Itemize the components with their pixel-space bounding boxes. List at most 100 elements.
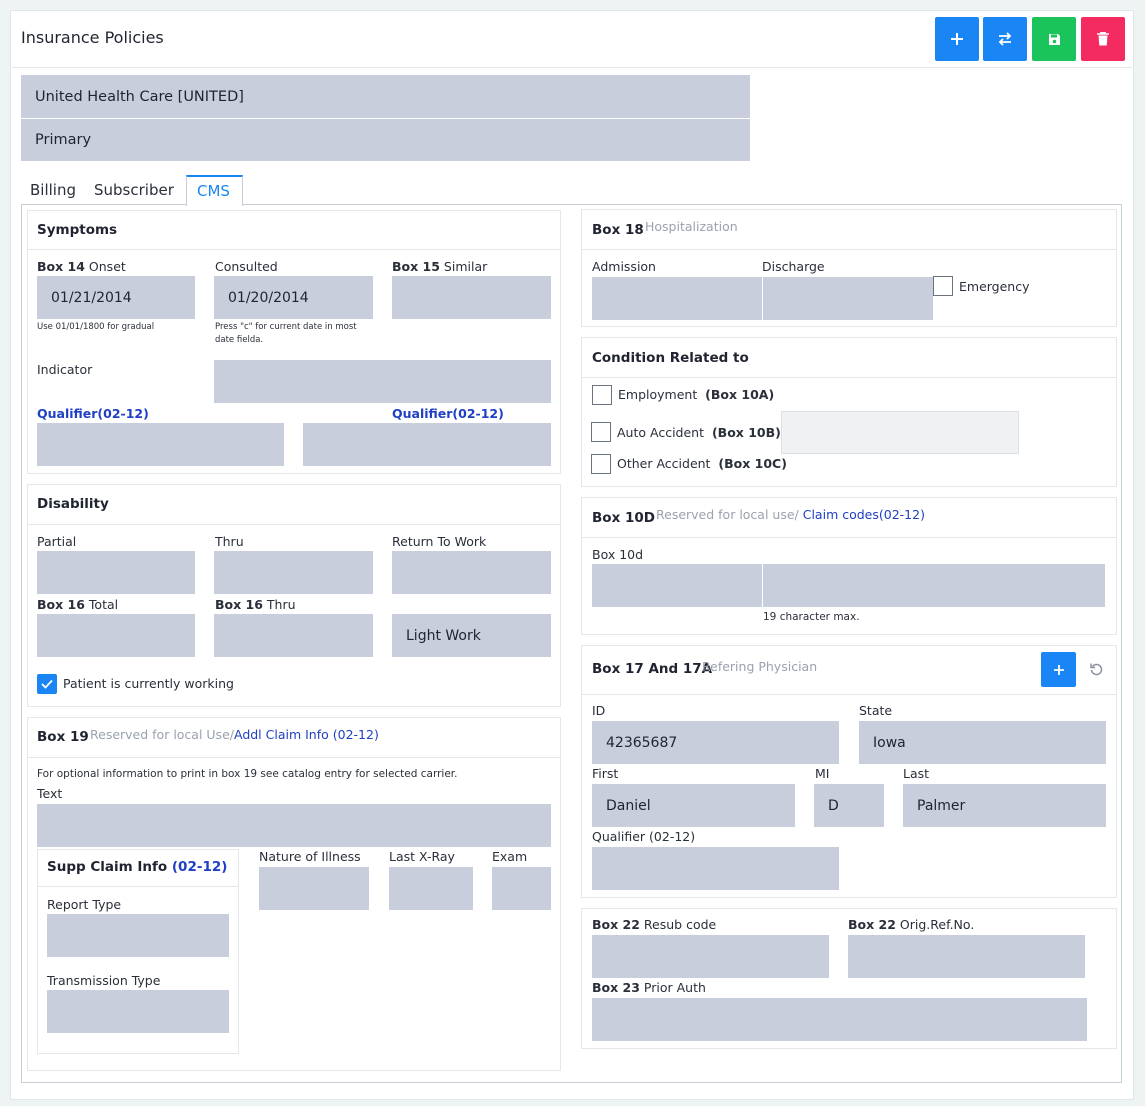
box10d-qualifier-input[interactable] — [592, 564, 762, 607]
last-xray-input[interactable] — [389, 867, 473, 910]
box16-thru-input[interactable] — [214, 614, 373, 657]
qualifier-label-2: Qualifier(02-12) — [392, 406, 504, 421]
swap-button[interactable] — [983, 17, 1027, 61]
box19-subtitle: Reserved for local Use/Addl Claim Info (… — [90, 727, 379, 742]
carrier-select[interactable]: United Health Care [UNITED] — [21, 75, 750, 118]
box18-subtitle: Hospitalization — [645, 219, 738, 234]
tab-subscriber[interactable]: Subscriber — [94, 181, 174, 199]
last-xray-label: Last X-Ray — [389, 849, 455, 864]
physician-qualifier-label: Qualifier (02-12) — [592, 829, 696, 844]
report-type-label: Report Type — [47, 897, 122, 912]
physician-state-select[interactable]: Iowa — [859, 721, 1106, 764]
exam-input[interactable] — [492, 867, 551, 910]
physician-id-label: ID — [592, 703, 606, 718]
consulted-hint: Press "c" for current date in most date … — [215, 322, 357, 345]
page-title: Insurance Policies — [21, 28, 164, 47]
tab-cms[interactable]: CMS — [186, 175, 243, 206]
physician-first-input[interactable]: Daniel — [592, 784, 795, 827]
box16-thru-label: Box 16 Thru — [215, 597, 296, 612]
add-button[interactable] — [935, 17, 979, 61]
orig-ref-label: Box 22 Orig.Ref.No. — [848, 917, 975, 932]
prior-auth-input[interactable] — [592, 998, 1087, 1041]
physician-mi-label: MI — [815, 766, 830, 781]
divider — [28, 524, 560, 525]
supp-claim-info-title: Supp Claim Info (02-12) — [47, 859, 228, 875]
consulted-label: Consulted — [215, 259, 278, 274]
qualifier-input-1[interactable] — [37, 423, 284, 466]
admission-input[interactable] — [592, 277, 762, 320]
reset-icon[interactable] — [1089, 662, 1104, 677]
box10d-code-input[interactable] — [763, 564, 1105, 607]
box17-subtitle: Refering Physician — [702, 659, 818, 674]
emergency-label: Emergency — [959, 279, 1030, 294]
box19-text-input[interactable] — [37, 804, 551, 847]
consulted-input[interactable]: 01/20/2014 — [214, 276, 373, 319]
transmission-type-input[interactable] — [47, 990, 229, 1033]
auto-accident-checkbox[interactable] — [591, 422, 611, 442]
physician-id-input[interactable]: 42365687 — [592, 721, 839, 764]
emergency-checkbox[interactable] — [933, 276, 953, 296]
checkmark-icon — [41, 679, 53, 689]
discharge-input[interactable] — [763, 277, 933, 320]
physician-last-label: Last — [903, 766, 930, 781]
employment-label: Employment (Box 10A) — [618, 387, 775, 402]
box16-total-label: Box 16 Total — [37, 597, 119, 612]
box19-text-label: Text — [37, 786, 63, 801]
other-accident-label: Other Accident (Box 10C) — [617, 456, 787, 471]
light-work-select[interactable]: Light Work — [392, 614, 551, 657]
divider — [28, 757, 560, 758]
other-accident-checkbox[interactable] — [591, 454, 611, 474]
box15-similar-input[interactable] — [392, 276, 551, 319]
physician-qualifier-input[interactable] — [592, 847, 839, 890]
box18-title: Box 18 — [592, 222, 644, 238]
resub-code-input[interactable] — [592, 935, 829, 978]
header-divider — [11, 67, 1133, 68]
report-type-input[interactable] — [47, 914, 229, 957]
physician-last-input[interactable]: Palmer — [903, 784, 1106, 827]
add-physician-button[interactable] — [1041, 652, 1076, 687]
indicator-input[interactable] — [214, 360, 551, 403]
swap-icon — [998, 32, 1012, 46]
trash-icon — [1097, 32, 1109, 46]
thru-input[interactable] — [214, 551, 373, 594]
divider — [582, 377, 1116, 378]
priority-select[interactable]: Primary — [21, 119, 750, 161]
currently-working-label: Patient is currently working — [63, 676, 234, 691]
box14-label: Box 14 Onset — [37, 259, 126, 274]
orig-ref-input[interactable] — [848, 935, 1085, 978]
qualifier-input-2[interactable] — [303, 423, 551, 466]
return-to-work-label: Return To Work — [392, 534, 487, 549]
indicator-label: Indicator — [37, 362, 93, 377]
divider — [582, 537, 1116, 538]
nature-of-illness-input[interactable] — [259, 867, 369, 910]
physician-first-label: First — [592, 766, 619, 781]
transmission-type-label: Transmission Type — [47, 973, 161, 988]
divider — [582, 249, 1116, 250]
tab-cms-label: CMS — [197, 182, 230, 200]
currently-working-checkbox[interactable] — [37, 674, 57, 694]
physician-state-label: State — [859, 703, 893, 718]
qualifier-label-1: Qualifier(02-12) — [37, 406, 149, 421]
employment-checkbox[interactable] — [592, 385, 612, 405]
return-to-work-input[interactable] — [392, 551, 551, 594]
prior-auth-label: Box 23 Prior Auth — [592, 980, 706, 995]
partial-label: Partial — [37, 534, 77, 549]
exam-label: Exam — [492, 849, 528, 864]
auto-accident-label: Auto Accident (Box 10B) — [617, 425, 781, 440]
disability-title: Disability — [37, 496, 109, 512]
auto-accident-state-input[interactable] — [781, 411, 1019, 454]
physician-mi-input[interactable]: D — [814, 784, 884, 827]
box10d-hint: 19 character max. — [763, 611, 860, 623]
thru-label: Thru — [215, 534, 244, 549]
tab-billing[interactable]: Billing — [30, 181, 76, 199]
box17-title: Box 17 And 17A — [592, 661, 713, 677]
box16-total-input[interactable] — [37, 614, 195, 657]
resub-code-label: Box 22 Resub code — [592, 917, 717, 932]
divider — [28, 249, 560, 250]
box14-onset-input[interactable]: 01/21/2014 — [37, 276, 195, 319]
save-button[interactable] — [1032, 17, 1076, 61]
partial-input[interactable] — [37, 551, 195, 594]
admission-label: Admission — [592, 259, 656, 274]
delete-button[interactable] — [1081, 17, 1125, 61]
nature-of-illness-label: Nature of Illness — [259, 849, 361, 864]
